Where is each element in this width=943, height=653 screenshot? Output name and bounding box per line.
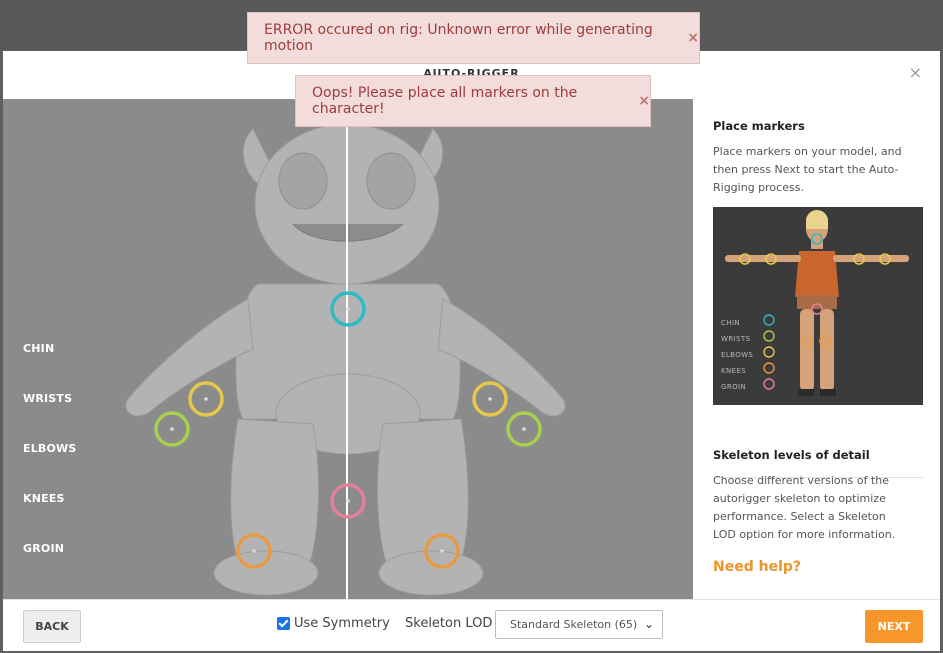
checkbox-checked-icon[interactable] [277, 617, 290, 630]
marker-legend: CHIN WRISTS ELBOWS KNEES GROIN [23, 342, 77, 592]
need-help-link[interactable]: Need help? [713, 559, 801, 575]
warning-toast: Oops! Please place all markers on the ch… [295, 75, 651, 127]
back-button[interactable]: BACK [23, 610, 81, 643]
character-model-canvas[interactable] [3, 99, 693, 599]
reference-legend-elbows: ELBOWS [721, 351, 754, 359]
reference-legend: CHIN WRISTS ELBOWS KNEES GROIN [721, 315, 753, 395]
place-markers-text: Place markers on your model, and then pr… [713, 145, 902, 194]
right-leg [377, 418, 469, 570]
reference-image: CHIN WRISTS ELBOWS KNEES GROIN [713, 207, 923, 405]
right-foot [378, 550, 484, 596]
chevron-down-icon: ⌄ [643, 617, 654, 631]
marker-label-groin: GROIN [23, 542, 65, 555]
warning-toast-message: Oops! Please place all markers on the ch… [312, 85, 578, 117]
marker-label-chin: CHIN [23, 342, 55, 355]
close-icon[interactable]: × [687, 30, 699, 46]
character-viewport[interactable]: CHIN WRISTS ELBOWS KNEES GROIN [3, 99, 693, 599]
marker-label-wrists: WRISTS [23, 392, 73, 405]
lod-text: Choose different versions of the autorig… [713, 474, 896, 541]
use-symmetry-toggle[interactable]: Use Symmetry [277, 616, 390, 631]
error-toast-message: ERROR occured on rig: Unknown error whil… [264, 22, 653, 54]
modal-footer: BACK Use Symmetry Skeleton LOD Standard … [3, 599, 940, 651]
error-toast: ERROR occured on rig: Unknown error whil… [247, 12, 700, 64]
left-leg [230, 418, 319, 570]
instructions-panel: Place markers Place markers on your mode… [693, 99, 940, 599]
reference-legend-groin: GROIN [721, 383, 747, 391]
lod-title: Skeleton levels of detail [713, 448, 870, 462]
left-foot [213, 550, 319, 596]
reference-legend-wrists: WRISTS [721, 335, 751, 343]
skeleton-lod-select[interactable]: Standard Skeleton (65) ⌄ [495, 610, 663, 639]
use-symmetry-label: Use Symmetry [294, 616, 390, 631]
close-icon[interactable]: × [638, 93, 650, 109]
marker-label-elbows: ELBOWS [23, 442, 77, 455]
place-markers-title: Place markers [713, 119, 805, 133]
skeleton-lod-label: Skeleton LOD [405, 616, 493, 631]
marker-label-knees: KNEES [23, 492, 65, 505]
auto-rigger-modal: AUTO-RIGGER × CHIN WRISTS ELBOWS KNEES G… [3, 51, 940, 651]
skeleton-lod-value: Standard Skeleton (65) [510, 618, 638, 631]
reference-legend-knees: KNEES [721, 367, 747, 375]
close-icon[interactable]: × [909, 65, 922, 81]
next-button[interactable]: NEXT [865, 610, 923, 643]
reference-legend-chin: CHIN [721, 319, 741, 327]
